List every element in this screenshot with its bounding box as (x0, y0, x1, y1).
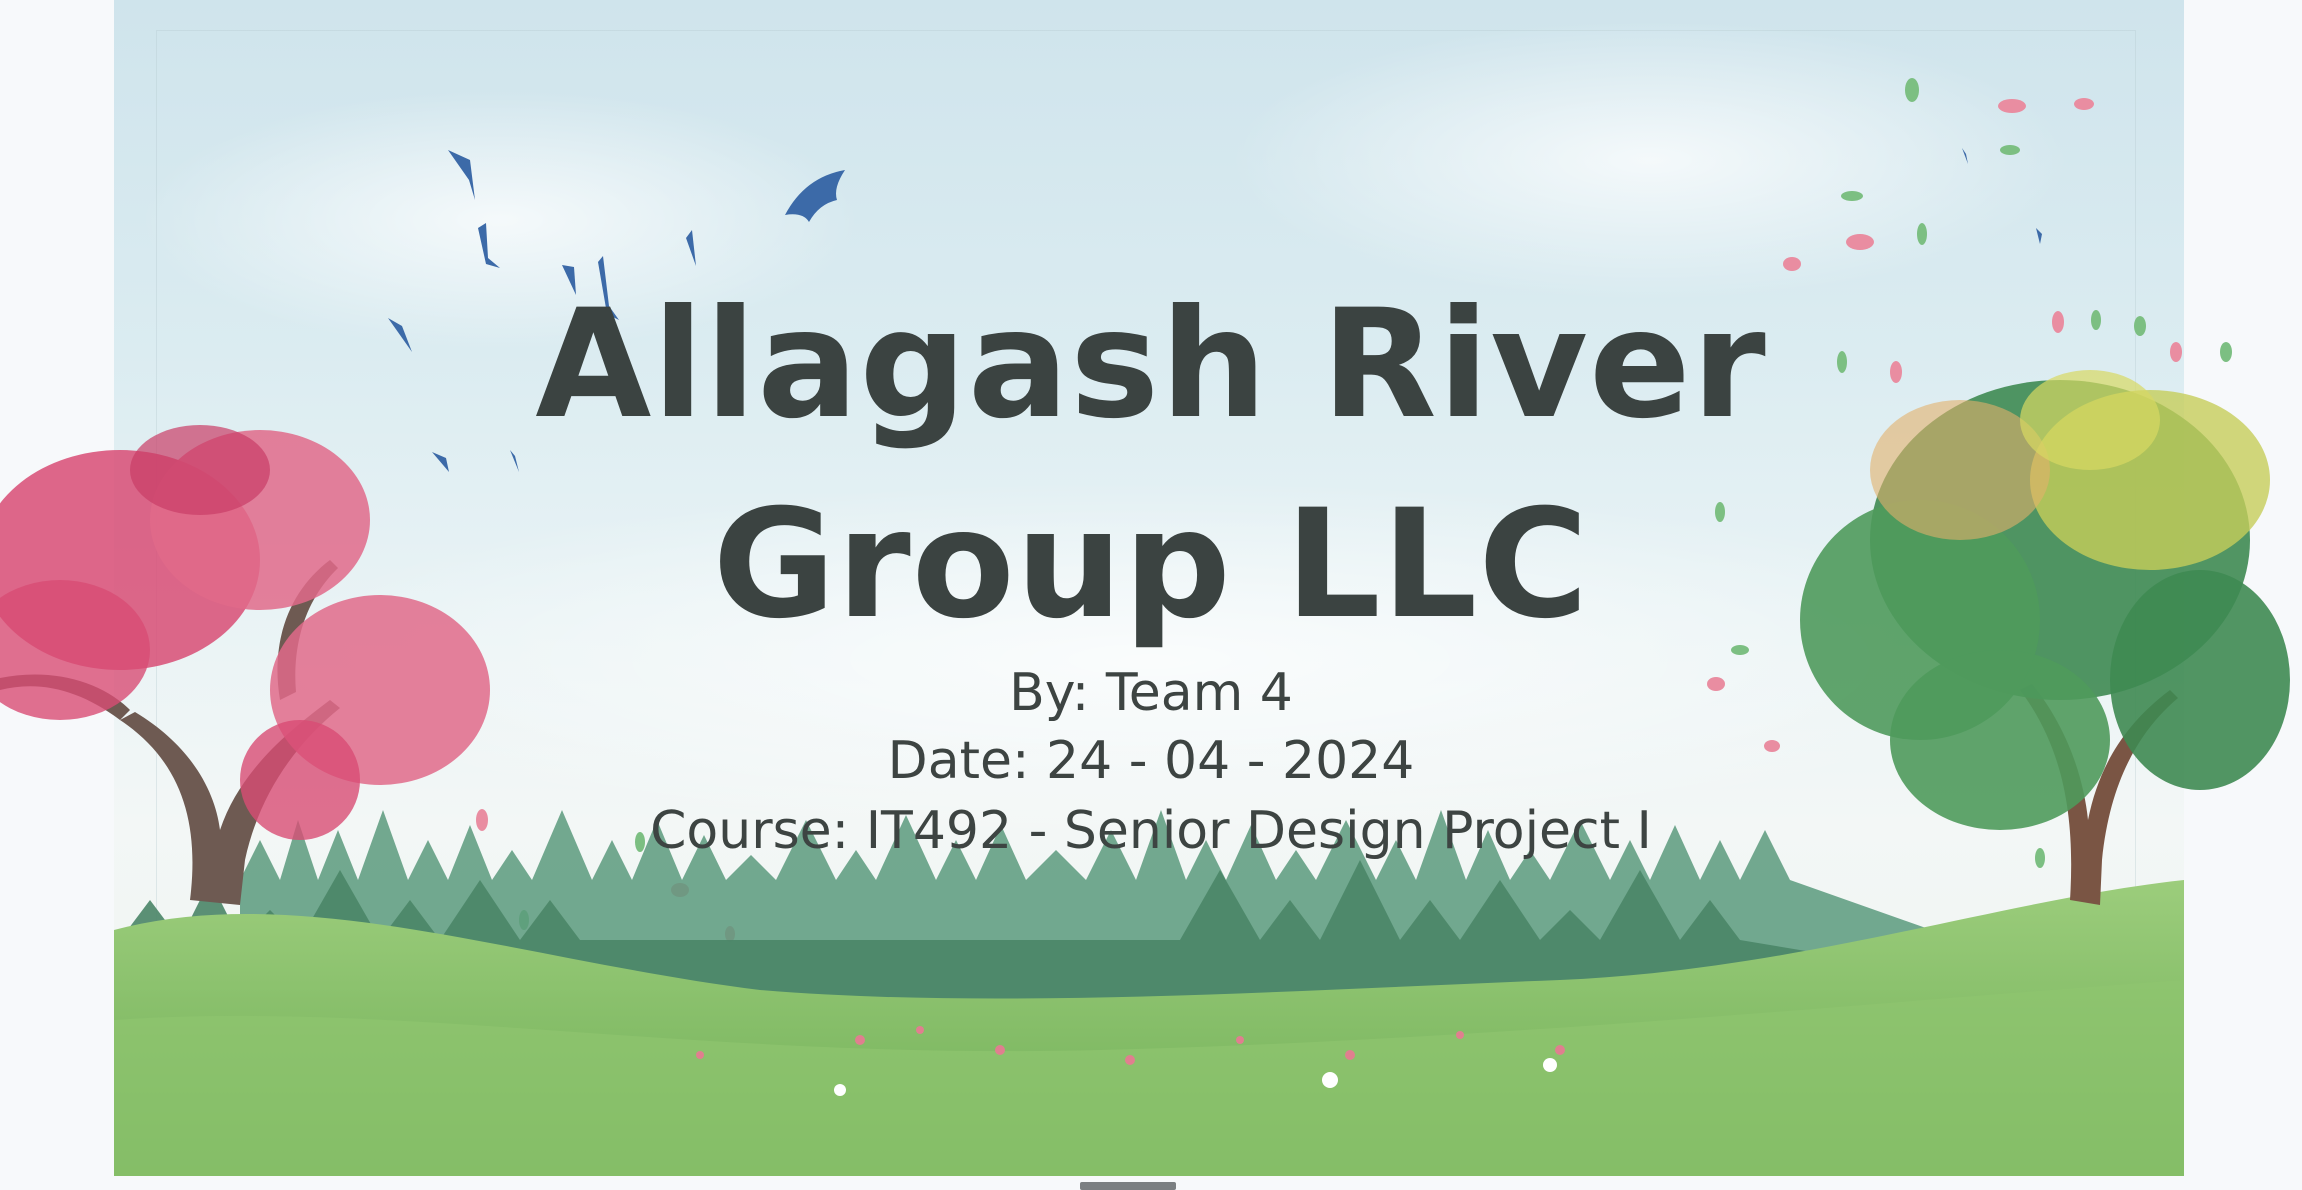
scroll-handle[interactable] (1080, 1182, 1176, 1190)
team-byline: By: Team 4 (1009, 663, 1293, 723)
bird-icon (2036, 228, 2042, 244)
course-label: Course: IT492 - Senior Design Project I (650, 801, 1652, 861)
presentation-date: Date: 24 - 04 - 2024 (887, 731, 1415, 791)
bird-icon (432, 452, 449, 472)
slide-title-line-1: Allagash River (535, 278, 1767, 452)
slide-title-line-2: Group LLC (712, 478, 1590, 652)
bird-icon (510, 450, 519, 472)
